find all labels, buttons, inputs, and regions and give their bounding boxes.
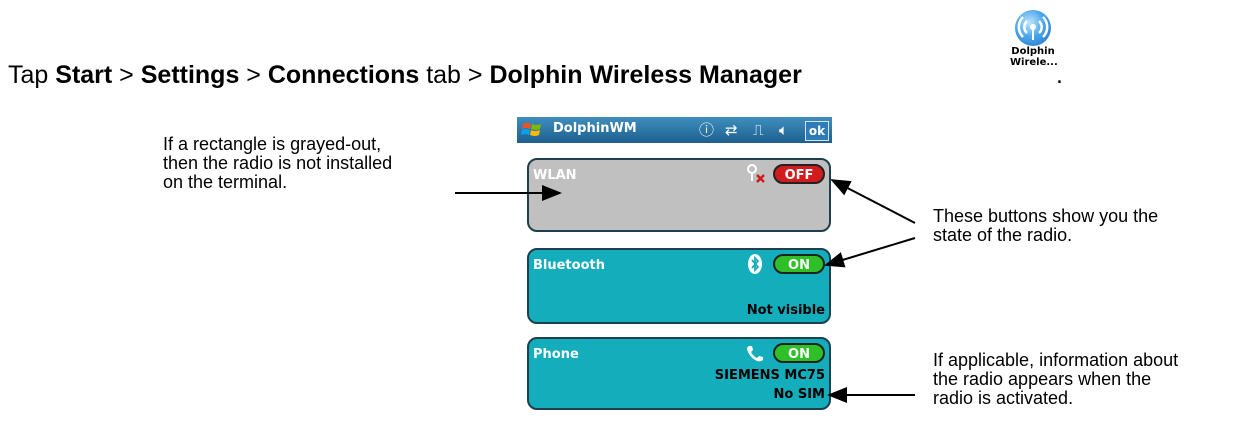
buttons-arrow-on xyxy=(824,237,916,268)
buttons-arrow-off xyxy=(830,179,916,224)
callout-arrows xyxy=(455,179,916,403)
